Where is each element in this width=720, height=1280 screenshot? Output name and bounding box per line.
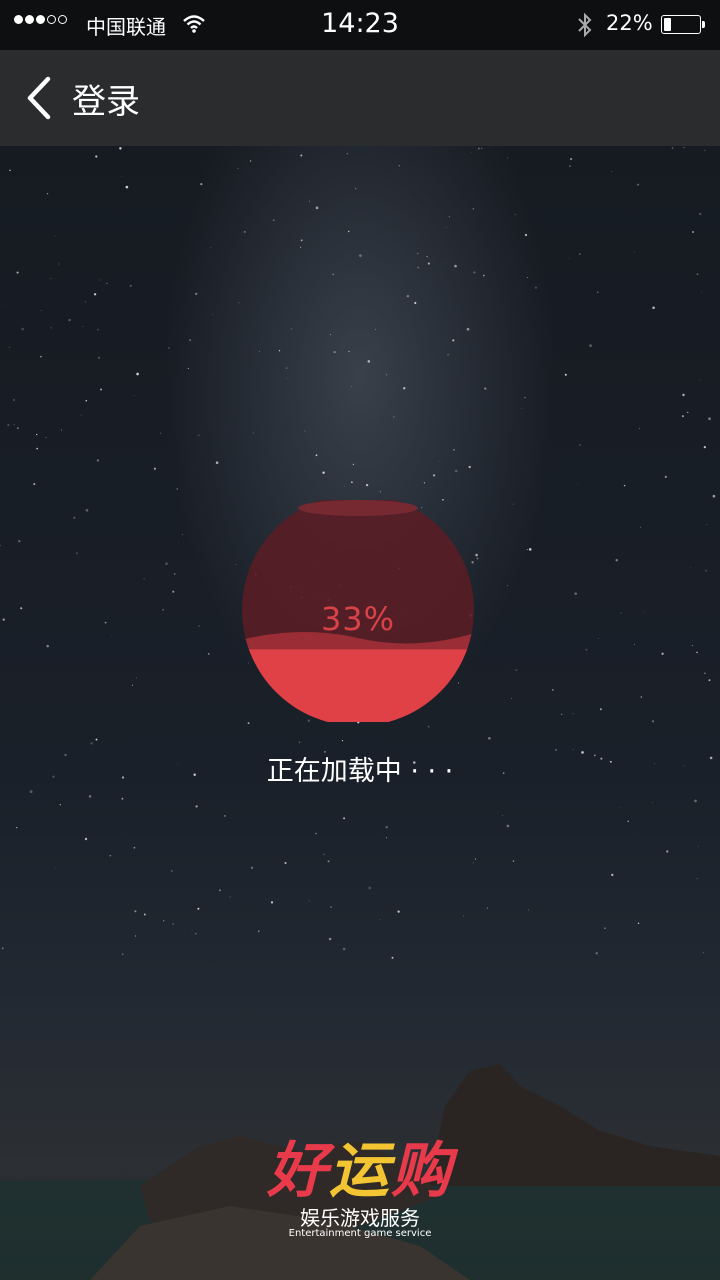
battery-tip [702, 21, 705, 28]
logo-char-2: 运 [329, 1136, 391, 1206]
navigation-bar: 登录 [0, 50, 720, 146]
back-button[interactable]: 登录 [24, 72, 164, 124]
bluetooth-icon [578, 12, 592, 38]
status-bar: 中国联通 14:23 22% [0, 0, 720, 50]
battery-percent: 22% [606, 11, 653, 35]
logo-wordmark: 好运购 [230, 1122, 490, 1209]
chevron-left-icon [27, 76, 51, 120]
loading-status-text: 正在加载中 · · · [266, 756, 454, 787]
logo-char-1: 好 [267, 1136, 329, 1206]
page-title: 登录 [72, 81, 140, 122]
brand-tagline-en: Entertainment game service [288, 1228, 432, 1239]
brand-tagline-cn: 娱乐游戏服务 [300, 1206, 420, 1230]
brand-logo: 好运购 娱乐游戏服务 Entertainment game service [230, 1122, 490, 1242]
logo-char-3: 购 [391, 1136, 453, 1206]
progress-percent: 33% [320, 600, 396, 638]
loading-progress-orb: 33% [241, 500, 475, 726]
battery-icon [661, 15, 701, 34]
